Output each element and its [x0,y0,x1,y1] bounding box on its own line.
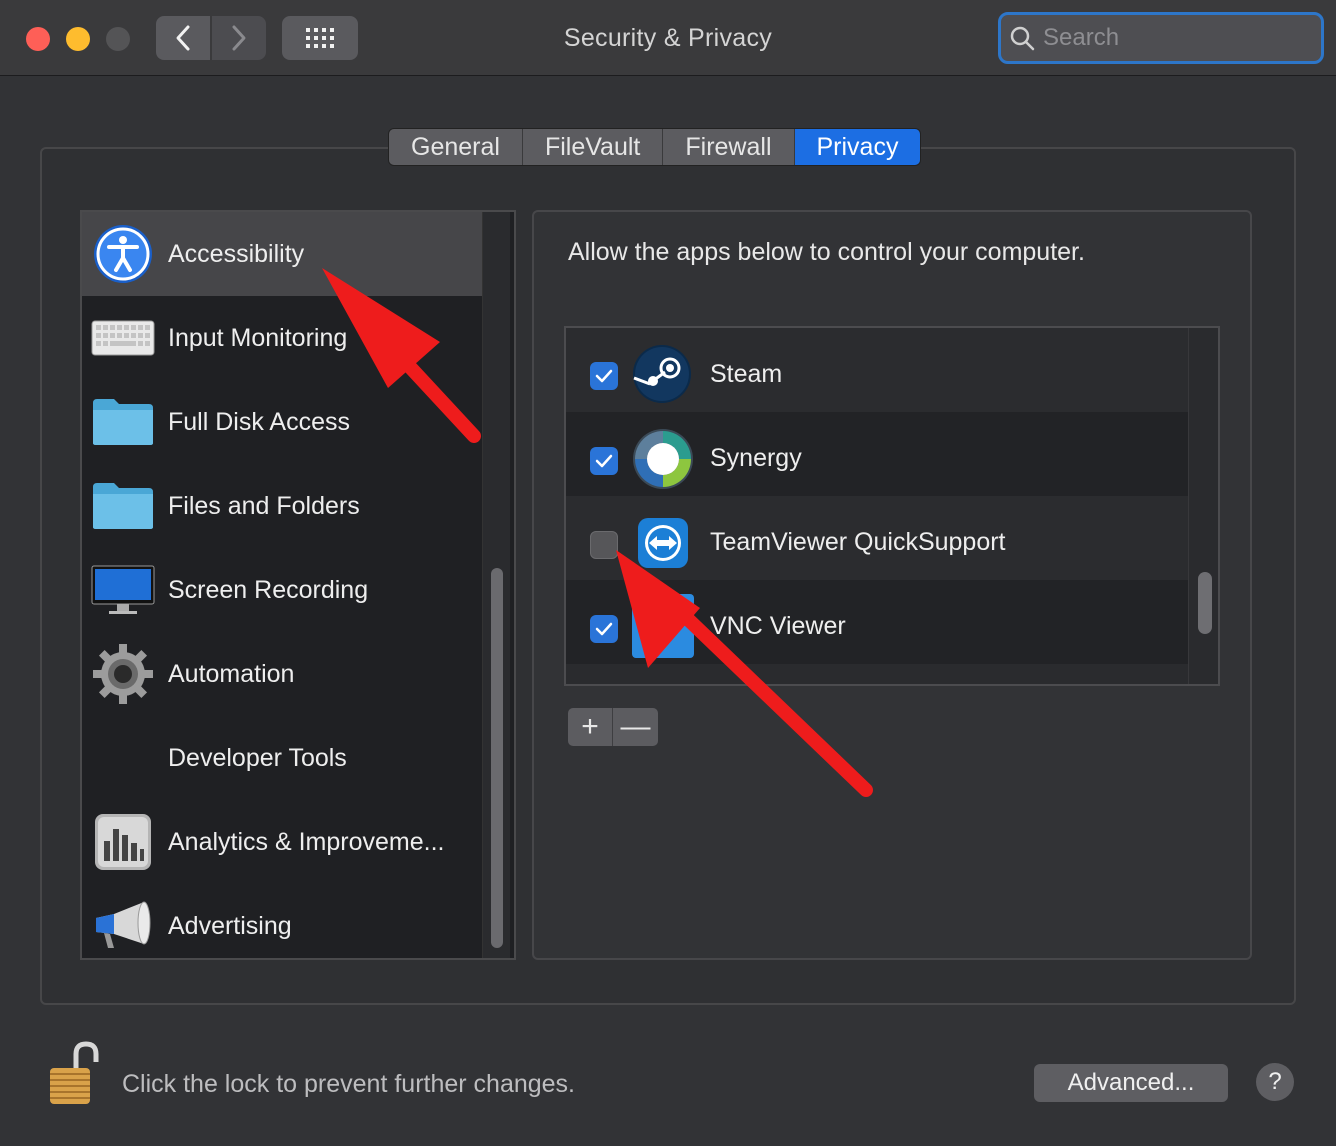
category-label: Developer Tools [168,743,347,772]
keyboard-icon [90,305,156,371]
tab-bar: General FileVault Firewall Privacy [388,128,922,166]
app-checkbox[interactable] [590,362,618,390]
category-label: Accessibility [168,239,305,268]
app-list-scroll-thumb[interactable] [1198,572,1212,634]
category-label: Files and Folders [168,491,360,520]
category-advertising[interactable]: Advertising [82,884,486,958]
search-input[interactable] [1043,24,1303,52]
tab-firewall[interactable]: Firewall [663,129,795,165]
app-checkbox[interactable] [590,447,618,475]
app-row-teamviewer[interactable]: TeamViewer QuickSupport [566,496,1188,580]
category-list-scroll-thumb[interactable] [491,568,503,948]
advanced-button[interactable]: Advanced... [1034,1064,1228,1102]
app-row-vnc-viewer[interactable]: VNC Viewer [566,580,1188,664]
display-icon [90,557,156,623]
tab-privacy[interactable]: Privacy [794,129,921,165]
category-label: Screen Recording [168,575,369,604]
category-automation[interactable]: Automation [82,632,486,716]
app-name: VNC Viewer [710,612,846,640]
add-app-button[interactable]: + [568,708,613,746]
accessibility-icon [90,221,156,287]
analytics-icon [90,809,156,875]
gear-icon [90,641,156,707]
category-label: Automation [168,659,295,688]
unlocked-padlock-icon[interactable] [46,1040,102,1108]
category-developer-tools[interactable]: Developer Tools [82,716,486,800]
app-checkbox[interactable] [590,531,618,559]
category-accessibility[interactable]: Accessibility [82,212,486,296]
category-analytics[interactable]: Analytics & Improveme... [82,800,486,884]
checkmark-icon [595,622,613,636]
app-name: TeamViewer QuickSupport [710,528,1006,556]
category-files-and-folders[interactable]: Files and Folders [82,464,486,548]
category-label: Full Disk Access [168,407,350,436]
help-button[interactable]: ? [1256,1063,1294,1101]
app-row-synergy[interactable]: Synergy [566,412,1188,496]
category-label: Analytics & Improveme... [168,827,445,856]
remove-app-button[interactable]: — [613,708,658,746]
folder-icon [90,389,156,455]
category-full-disk-access[interactable]: Full Disk Access [82,380,486,464]
category-input-monitoring[interactable]: Input Monitoring [82,296,486,380]
panel-description: Allow the apps below to control your com… [568,238,1085,266]
add-remove-buttons: + — [568,708,658,746]
app-name: Synergy [710,444,802,472]
steam-icon [632,344,694,406]
tab-filevault[interactable]: FileVault [522,129,664,165]
app-row-steam[interactable]: Steam [566,328,1188,412]
synergy-icon [632,428,694,490]
app-list-scrollbar[interactable] [1188,328,1218,684]
app-name: Steam [710,360,783,388]
teamviewer-icon [632,512,694,574]
checkmark-icon [595,369,613,383]
category-label: Input Monitoring [168,323,348,352]
search-field[interactable] [998,12,1324,64]
folder-icon [90,473,156,539]
privacy-category-list: Accessibility Input Monitoring Full Disk… [80,210,516,960]
lock-status-text: Click the lock to prevent further change… [122,1070,576,1098]
title-bar: Security & Privacy [0,0,1336,76]
app-checkbox[interactable] [590,615,618,643]
category-screen-recording[interactable]: Screen Recording [82,548,486,632]
category-label: Advertising [168,911,292,940]
search-icon [1010,26,1035,51]
app-list: Steam Synergy TeamViewer QuickSupport VN… [564,326,1220,686]
vnc-viewer-icon [632,594,694,658]
megaphone-icon [90,893,156,958]
category-list-scrollbar[interactable] [482,212,510,958]
checkmark-icon [595,454,613,468]
tab-general[interactable]: General [389,129,523,165]
